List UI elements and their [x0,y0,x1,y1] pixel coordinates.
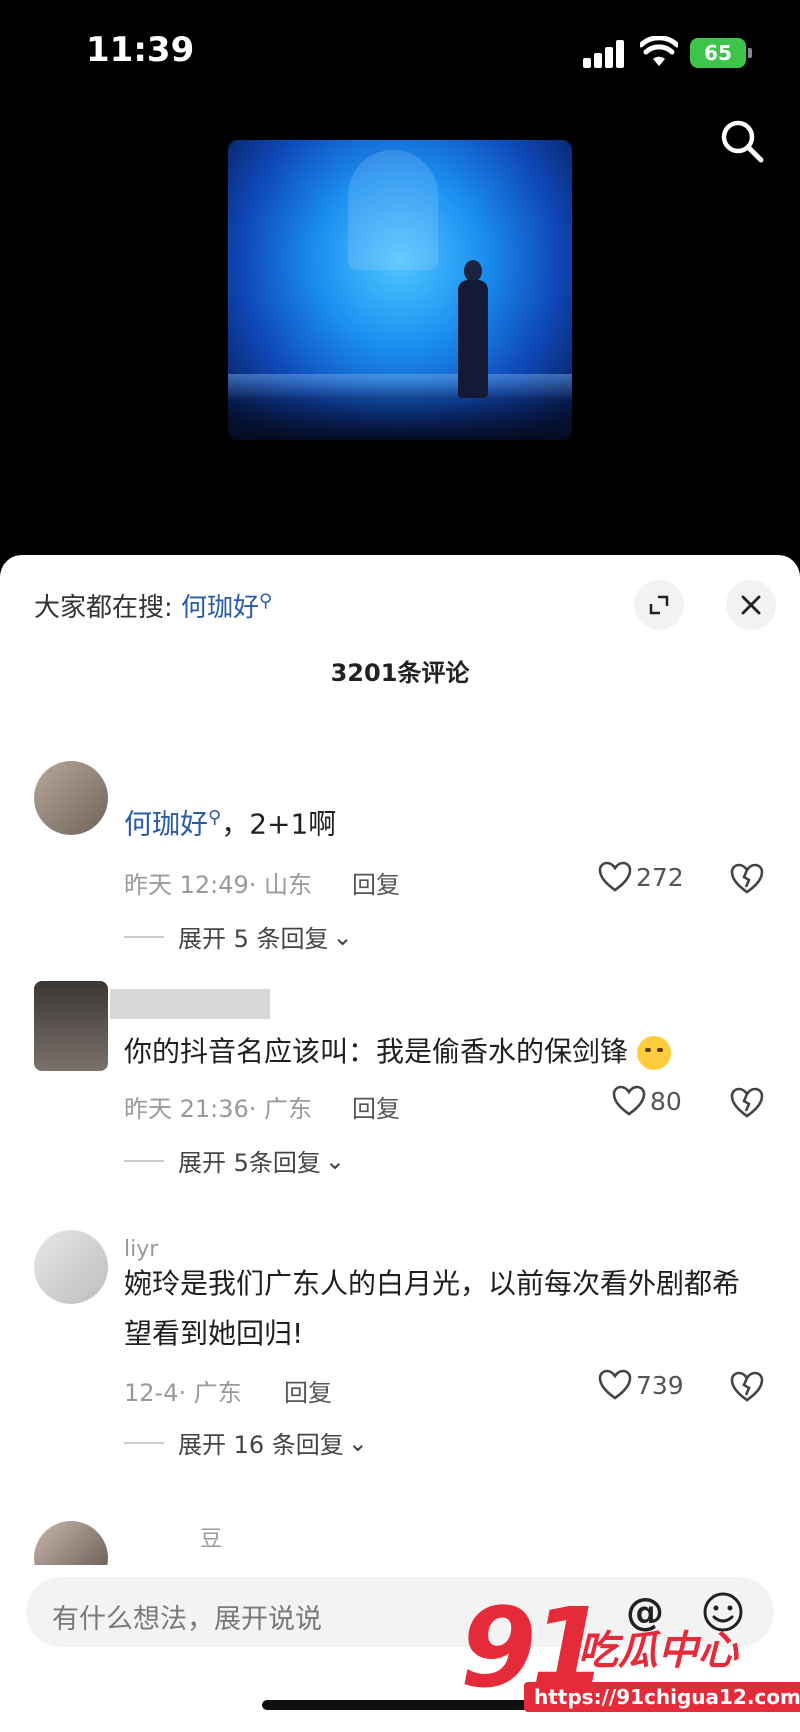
expand-button[interactable] [634,580,684,630]
avatar[interactable] [34,1230,108,1304]
chevron-down-icon: ⌄ [324,1146,346,1175]
comment-item: 你的抖音名应该叫：我是偷香水的保剑锋 昨天 21:36· 广东 回复 80 展开… [0,975,800,1215]
dislike-icon[interactable] [730,1371,764,1403]
input-placeholder: 有什么想法，展开说说 [52,1604,322,1635]
search-small-icon: ⚲ [259,590,273,612]
hot-search-keyword[interactable]: 何珈好 [181,593,259,623]
comment-item: liyr 婉玲是我们广东人的白月光，以前每次看外剧都希望看到她回归! 12-4·… [0,1225,800,1505]
like-button[interactable]: 80 [612,1085,682,1117]
watermark-url: https://91chigua12.com [524,1682,800,1712]
avatar[interactable] [34,761,108,835]
comment-meta: 12-4· 广东 [124,1379,242,1407]
dislike-icon[interactable] [730,1087,764,1119]
username-obscured [110,989,270,1019]
hot-search[interactable]: 大家都在搜: 何珈好⚲ [34,587,272,624]
heart-icon [598,1369,632,1400]
battery-icon: 65 [690,38,752,68]
search-icon[interactable] [716,115,768,167]
like-count: 739 [636,1370,684,1400]
comment-item: 豆 [0,1515,800,1565]
search-small-icon: ⚲ [208,807,222,828]
mention-link[interactable]: 何珈好 [124,807,208,840]
comment-text: 婉玲是我们广东人的白月光，以前每次看外剧都希望看到她回归! [124,1267,741,1350]
like-count: 272 [636,862,684,892]
status-bar: 11:39 65 [0,0,800,100]
reply-button[interactable]: 回复 [352,1089,400,1124]
close-button[interactable] [726,580,776,630]
projection-figure [348,150,438,270]
avatar[interactable] [34,981,108,1071]
reply-button[interactable]: 回复 [352,865,400,900]
laughing-emoji-icon [636,1036,671,1070]
hot-search-prefix: 大家都在搜: [34,593,173,623]
heart-icon [612,1085,646,1116]
comment-meta: 昨天 12:49· 山东 [124,871,313,899]
heart-icon [598,861,632,892]
like-button[interactable]: 272 [598,861,684,893]
comment-meta: 昨天 21:36· 广东 [124,1095,313,1123]
chevron-down-icon: ⌄ [332,922,353,951]
chevron-down-icon: ⌄ [347,1428,368,1457]
wifi-icon [640,36,678,66]
expand-icon [649,595,669,615]
comment-text: 你的抖音名应该叫：我是偷香水的保剑锋 [124,1027,764,1077]
dislike-icon[interactable] [730,863,764,895]
expand-replies-button[interactable]: 展开 16 条回复 ⌄ [124,1425,368,1460]
comment-count: 3201条评论 [330,659,470,687]
like-count: 80 [650,1086,682,1116]
status-time: 11:39 [86,30,195,70]
watermark-logo: 91 吃瓜中心 https://91chigua12.com [460,1588,800,1728]
signal-icon [583,40,627,68]
username[interactable]: 豆 [200,1521,222,1553]
expand-replies-button[interactable]: 展开 5 条回复 ⌄ [124,919,353,954]
watermark-text: 吃瓜中心 [578,1628,738,1674]
comment-sheet: 大家都在搜: 何珈好⚲ 3201条评论 何珈好⚲，2+1啊 昨天 12:49· … [0,555,800,1732]
avatar[interactable] [34,1521,108,1565]
close-icon [741,595,761,615]
comment-text: 何珈好⚲，2+1啊 [124,807,337,841]
like-button[interactable]: 739 [598,1369,684,1401]
performer-figure [456,260,490,400]
comment-item: 何珈好⚲，2+1啊 昨天 12:49· 山东 回复 272 展开 5 条回复 ⌄ [0,755,800,965]
stage-floor [228,374,572,400]
video-frame[interactable] [228,140,572,440]
expand-replies-button[interactable]: 展开 5条回复 ⌄ [124,1143,345,1178]
reply-button[interactable]: 回复 [284,1373,332,1408]
